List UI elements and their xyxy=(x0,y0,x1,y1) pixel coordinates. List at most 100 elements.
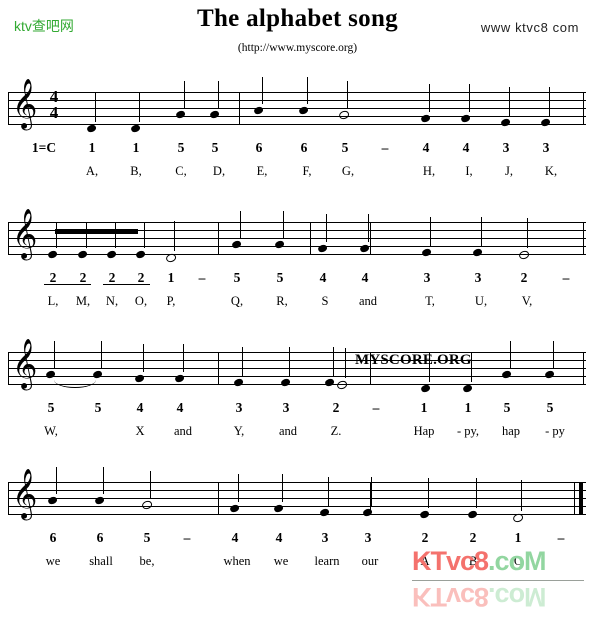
lyric: L, xyxy=(47,294,59,308)
number: 4 xyxy=(275,530,283,545)
number: 2 xyxy=(520,270,528,285)
lyrics-row: L, M, N, O, P, Q, R, S and T, U, V, xyxy=(0,294,595,310)
lyric: N, xyxy=(105,294,119,308)
lyric: Hap xyxy=(413,424,435,438)
lyric: and xyxy=(358,294,378,308)
number: 3 xyxy=(282,400,290,415)
treble-clef-icon: 𝄞 xyxy=(12,339,38,389)
watermark-ktvc8-logo: KTvc8.coM KTvc8.coM xyxy=(412,548,587,614)
lyric: M, xyxy=(75,294,91,308)
lyric: and xyxy=(278,424,298,438)
number: 4 xyxy=(462,140,470,155)
lyric: O, xyxy=(134,294,148,308)
number-notation-row: 5 5 4 4 3 3 2 – 1 1 5 5 xyxy=(0,400,595,416)
lyric: T, xyxy=(425,294,435,308)
eighth-underline xyxy=(44,284,91,286)
number-dash: – xyxy=(562,270,570,285)
number-notation-row: 2 2 2 2 1 – 5 5 4 4 3 3 2 – xyxy=(0,270,595,286)
lyric: our xyxy=(361,554,379,568)
staff-lines: 𝄞 4 4 xyxy=(0,77,595,133)
number: 3 xyxy=(364,530,372,545)
number: 4 xyxy=(319,270,327,285)
number: 2 xyxy=(332,400,340,415)
number: 3 xyxy=(542,140,550,155)
number: 5 xyxy=(233,270,241,285)
number: 1 xyxy=(464,400,472,415)
lyric: A, xyxy=(85,164,99,178)
staff-lines: 𝄞 xyxy=(0,211,595,263)
watermark-logo-green: .coM xyxy=(488,546,547,576)
lyric: F, xyxy=(302,164,312,178)
number: 5 xyxy=(546,400,554,415)
lyric: R, xyxy=(276,294,288,308)
watermark-myscore: MYSCORE.ORG xyxy=(355,352,472,368)
number: 6 xyxy=(49,530,57,545)
lyric: W, xyxy=(44,424,58,438)
number: 5 xyxy=(47,400,55,415)
eighth-underline xyxy=(103,284,150,286)
watermark-logo-reflection: KTvc8.coM xyxy=(412,582,546,612)
number: 3 xyxy=(423,270,431,285)
number: 3 xyxy=(235,400,243,415)
lyric: V, xyxy=(521,294,533,308)
number: 1 xyxy=(132,140,140,155)
lyrics-row: A, B, C, D, E, F, G, H, I, J, K, xyxy=(0,164,595,180)
number: 5 xyxy=(503,400,511,415)
lyric: Z. xyxy=(330,424,342,438)
watermark-logo-red: KTvc8 xyxy=(412,546,489,576)
lyric: I, xyxy=(465,164,473,178)
treble-clef-icon: 𝄞 xyxy=(12,469,38,519)
watermark-logo-text: KTvc8.coM xyxy=(412,546,547,576)
staff-lines: 𝄞 xyxy=(0,341,595,393)
number: 4 xyxy=(361,270,369,285)
site-url-text: www ktvc8 com xyxy=(480,20,579,35)
treble-clef-icon: 𝄞 xyxy=(12,209,38,259)
number: 6 xyxy=(300,140,308,155)
number-notation-row: 6 6 5 – 4 4 3 3 2 2 1 – xyxy=(0,530,595,546)
number-dash: – xyxy=(557,530,565,545)
watermark-divider xyxy=(412,580,584,581)
lyric: D, xyxy=(212,164,226,178)
lyrics-row: W, X and Y, and Z. Hap - py, hap - py xyxy=(0,424,595,440)
number: 5 xyxy=(143,530,151,545)
watermark-reflect-green: .coM xyxy=(488,582,546,612)
lyric: we xyxy=(273,554,289,568)
lyric: Q, xyxy=(230,294,244,308)
number: 1 xyxy=(88,140,96,155)
number: 1 xyxy=(514,530,522,545)
lyric: learn xyxy=(314,554,340,568)
beam xyxy=(55,229,138,234)
sheet-music-page: ktv查吧网 The alphabet song www ktvc8 com (… xyxy=(0,0,595,617)
number-notation-row: 1=C 1 1 5 5 6 6 5 – 4 4 3 3 xyxy=(0,140,595,156)
lyric: B, xyxy=(130,164,142,178)
lyric: H, xyxy=(422,164,436,178)
number: 5 xyxy=(276,270,284,285)
staff-lines: 𝄞 xyxy=(0,467,595,523)
number: 5 xyxy=(211,140,219,155)
number-dash: – xyxy=(183,530,191,545)
number: 4 xyxy=(136,400,144,415)
lyric: C, xyxy=(175,164,187,178)
number: 4 xyxy=(231,530,239,545)
lyric: shall xyxy=(89,554,113,568)
lyric: E, xyxy=(256,164,268,178)
source-url-text: (http://www.myscore.org) xyxy=(237,42,358,54)
number: 4 xyxy=(422,140,430,155)
lyric: Y, xyxy=(233,424,245,438)
lyric: P, xyxy=(166,294,176,308)
number: 3 xyxy=(502,140,510,155)
lyric: we xyxy=(45,554,61,568)
lyric: and xyxy=(173,424,193,438)
lyric: - py xyxy=(545,424,565,438)
number: 1 xyxy=(420,400,428,415)
lyric: - py, xyxy=(456,424,480,438)
lyric: U, xyxy=(474,294,488,308)
lyric: be, xyxy=(139,554,155,568)
number: 3 xyxy=(321,530,329,545)
number: 1 xyxy=(167,270,175,285)
number: 2 xyxy=(421,530,429,545)
number: 4 xyxy=(176,400,184,415)
watermark-reflect-red: KTvc8 xyxy=(412,582,489,612)
number: 5 xyxy=(341,140,349,155)
lyric: S xyxy=(321,294,329,308)
